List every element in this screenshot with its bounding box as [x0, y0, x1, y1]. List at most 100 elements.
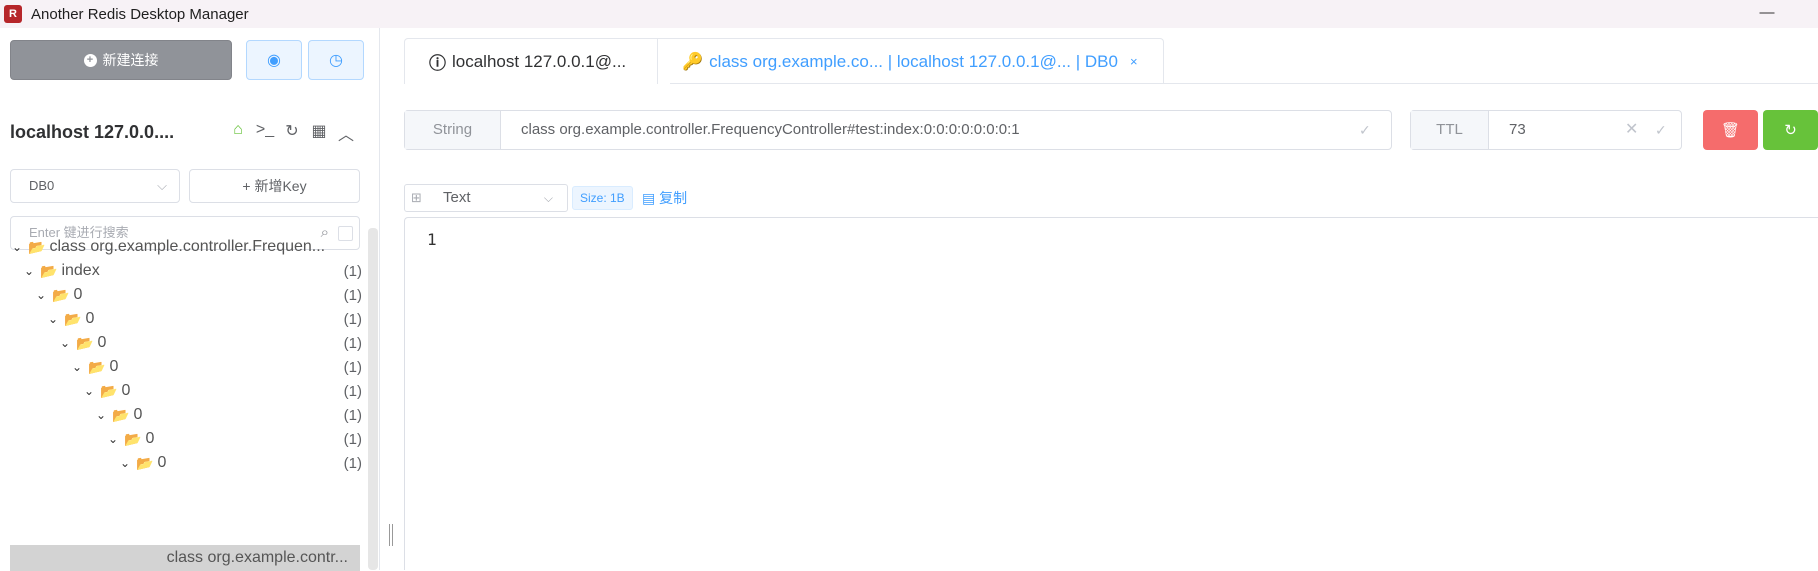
folder-open-icon: 📂	[52, 286, 70, 303]
format-select-value: Text	[443, 189, 471, 206]
plus-circle-icon: +	[83, 53, 97, 67]
tab-bar-border	[670, 83, 1818, 84]
copy-label: 复制	[659, 190, 688, 206]
selected-key-item[interactable]: class org.example.contr...	[10, 545, 360, 571]
gear-icon: ◉	[267, 52, 281, 69]
folder-open-icon: 📂	[64, 310, 82, 327]
panel-divider	[379, 28, 380, 570]
value-editor[interactable]: 1	[404, 217, 1818, 570]
folder-open-icon: 📂	[136, 454, 154, 471]
folder-open-icon: 📂	[124, 430, 142, 447]
folder-open-icon: 📂	[28, 238, 46, 255]
tree-scrollbar[interactable]	[368, 228, 378, 570]
chevron-down-icon[interactable]: ⌄	[72, 360, 86, 374]
size-badge: Size: 1B	[572, 186, 633, 210]
tree-node-count: (1)	[343, 358, 362, 376]
key-icon: 🔑	[682, 51, 704, 71]
chevron-down-icon[interactable]: ⌄	[60, 336, 74, 350]
new-connection-button[interactable]: + 新建连接	[10, 40, 232, 80]
tree-node[interactable]: ⌄ 📂 0 (1)	[96, 403, 362, 427]
db-select[interactable]: DB0 ⌵	[10, 169, 180, 203]
chevron-down-icon: ⌵	[543, 191, 553, 205]
minimize-button[interactable]: —	[1752, 4, 1782, 24]
resize-handle[interactable]	[389, 524, 393, 546]
folder-open-icon: 📂	[112, 406, 130, 423]
window-title: Another Redis Desktop Manager	[31, 5, 249, 23]
tree-node[interactable]: ⌄ 📂 0 (1)	[108, 427, 362, 451]
ttl-value[interactable]: 73	[1489, 111, 1625, 149]
tree-node-count: (1)	[343, 430, 362, 448]
connection-toolbar: ⌂ >_ ↻ ▦ ︿	[228, 121, 356, 145]
settings-button[interactable]: ◉	[246, 40, 302, 80]
chevron-down-icon[interactable]: ⌄	[108, 432, 122, 446]
check-icon[interactable]: ✓	[1655, 111, 1681, 149]
tree-node-label: 0	[145, 430, 155, 447]
key-name-input[interactable]: String class org.example.controller.Freq…	[404, 110, 1392, 150]
tree-node-count: (1)	[343, 454, 362, 472]
chevron-down-icon[interactable]: ⌄	[48, 312, 62, 326]
chevron-up-icon[interactable]: ︿	[336, 121, 356, 145]
chevron-down-icon[interactable]: ⌄	[96, 408, 110, 422]
chevron-down-icon[interactable]: ⌄	[120, 456, 134, 470]
tree-node-count: (1)	[343, 286, 362, 304]
ttl-label: TTL	[1411, 111, 1489, 149]
tree-node[interactable]: ⌄ 📂 0 (1)	[72, 355, 362, 379]
tree-node[interactable]: ⌄ 📂 index (1)	[24, 259, 362, 283]
tree-node[interactable]: ⌄ 📂 0 (1)	[48, 307, 362, 331]
tree-node-count: (1)	[343, 334, 362, 352]
folder-open-icon: 📂	[40, 262, 58, 279]
tree-node[interactable]: ⌄ 📂 class org.example.controller.Frequen…	[12, 235, 362, 259]
tree-node-label: 0	[121, 382, 131, 399]
format-select[interactable]: ⊞ Text ⌵	[404, 184, 568, 212]
refresh-icon[interactable]: ↻	[282, 121, 302, 145]
add-key-button[interactable]: + 新增Key	[189, 169, 360, 203]
tab-connection-info[interactable]: ⓘ localhost 127.0.0.1@...	[404, 38, 658, 84]
tree-node[interactable]: ⌄ 📂 0 (1)	[60, 331, 362, 355]
chevron-down-icon[interactable]: ⌄	[12, 240, 26, 254]
refresh-icon: ↻	[1784, 122, 1797, 139]
key-type-label: String	[405, 111, 501, 149]
tree-node-count: (1)	[343, 382, 362, 400]
connection-name[interactable]: localhost 127.0.0....	[10, 122, 174, 143]
ttl-input[interactable]: TTL 73 ✕ ✓	[1410, 110, 1682, 150]
document-icon: ▤	[642, 190, 656, 206]
clock-icon: ◷	[329, 52, 343, 69]
plus-icon: +	[242, 178, 255, 194]
delete-key-button[interactable]: 🗑	[1703, 110, 1758, 150]
tree-node[interactable]: ⌄ 📂 0 (1)	[120, 451, 362, 475]
refresh-key-button[interactable]: ↻	[1763, 110, 1818, 150]
trash-icon: 🗑	[1720, 122, 1741, 139]
check-icon[interactable]: ✓	[1359, 111, 1391, 149]
tree-node-label: 0	[85, 310, 95, 327]
folder-open-icon: 📂	[88, 358, 106, 375]
tab-key-detail[interactable]: 🔑 class org.example.co... | localhost 12…	[658, 38, 1164, 84]
chevron-down-icon[interactable]: ⌄	[24, 264, 38, 278]
info-icon: ⓘ	[429, 54, 446, 73]
app-logo-icon: R	[4, 5, 22, 23]
tree-node-label: 0	[133, 406, 143, 423]
clear-icon[interactable]: ✕	[1625, 111, 1655, 149]
key-name-value[interactable]: class org.example.controller.FrequencyCo…	[501, 111, 1359, 149]
chevron-down-icon[interactable]: ⌄	[84, 384, 98, 398]
tree-node-label: 0	[97, 334, 107, 351]
chevron-down-icon[interactable]: ⌄	[36, 288, 50, 302]
db-select-value: DB0	[29, 178, 55, 193]
tree-node-label: class org.example.controller.Frequen...	[49, 238, 326, 255]
tree-node-label: 0	[109, 358, 119, 375]
tab-label: class org.example.co... | localhost 127.…	[709, 51, 1118, 71]
tab-bar: ⓘ localhost 127.0.0.1@... 🔑 class org.ex…	[404, 38, 1164, 84]
home-icon[interactable]: ⌂	[228, 121, 248, 145]
history-button[interactable]: ◷	[308, 40, 364, 80]
chevron-down-icon: ⌵	[157, 178, 167, 193]
tree-node-label: 0	[73, 286, 83, 303]
title-bar: R Another Redis Desktop Manager —	[0, 0, 1818, 28]
copy-button[interactable]: ▤ 复制	[642, 188, 687, 208]
folder-open-icon: 📂	[76, 334, 94, 351]
tree-node[interactable]: ⌄ 📂 0 (1)	[36, 283, 362, 307]
close-icon[interactable]: ×	[1130, 54, 1138, 69]
terminal-icon[interactable]: >_	[255, 121, 275, 145]
tree-node[interactable]: ⌄ 📂 0 (1)	[84, 379, 362, 403]
grid-icon[interactable]: ▦	[309, 121, 329, 145]
new-connection-label: 新建连接	[102, 52, 159, 68]
tree-node-count: (1)	[343, 262, 362, 280]
